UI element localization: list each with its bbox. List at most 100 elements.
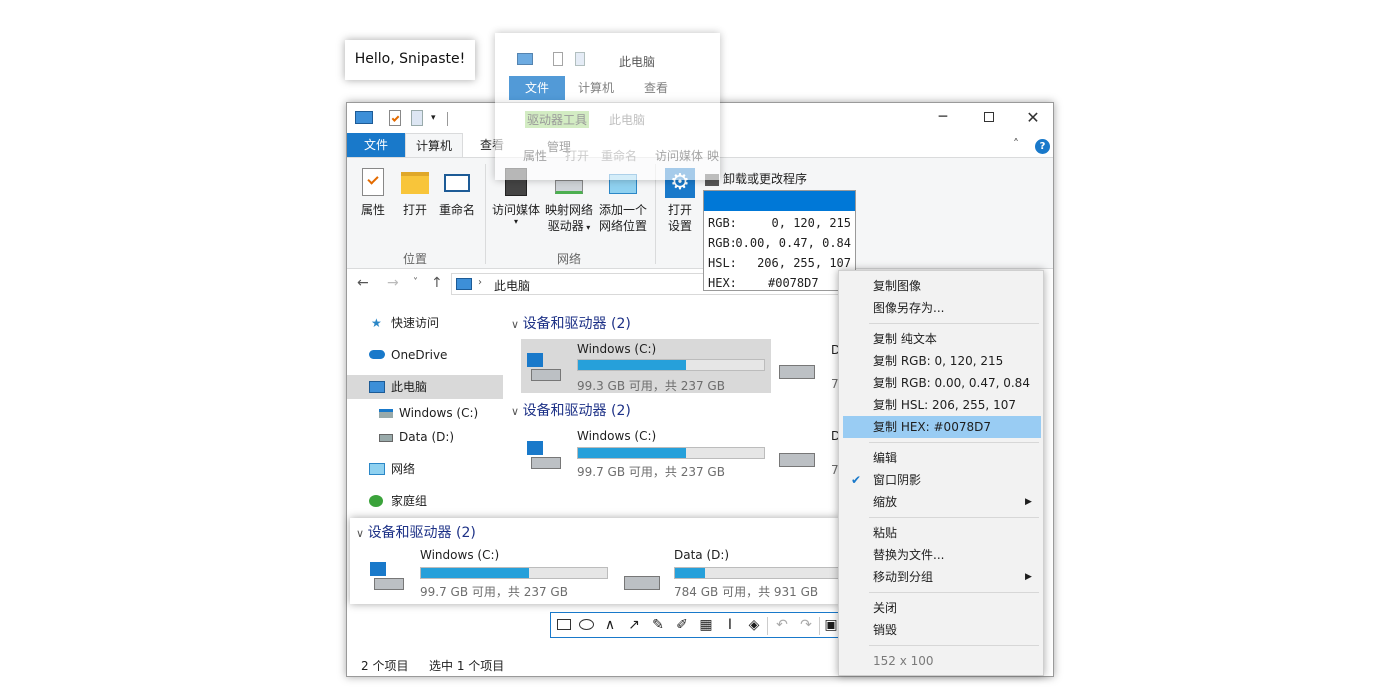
computer-icon bbox=[369, 381, 385, 393]
marker-tool-icon[interactable]: ✐ bbox=[671, 615, 693, 635]
menu-separator bbox=[869, 517, 1039, 518]
mosaic-tool-icon[interactable]: ▦ bbox=[695, 615, 717, 635]
menu-close[interactable]: 关闭 bbox=[843, 597, 1041, 619]
rename-button[interactable]: 重命名 bbox=[435, 168, 479, 218]
nav-quick-access[interactable]: ★ 快速访问 bbox=[347, 311, 503, 335]
drive-icon bbox=[624, 576, 660, 606]
save-icon[interactable]: ▣ bbox=[823, 615, 839, 635]
menu-window-shadow[interactable]: 窗口阴影 bbox=[843, 469, 1041, 491]
menu-zoom[interactable]: 缩放 bbox=[843, 491, 1041, 513]
drive-tile-c[interactable]: Windows (C:) 99.7 GB 可用，共 237 GB bbox=[521, 427, 771, 481]
menu-paste[interactable]: 粘贴 bbox=[843, 522, 1041, 544]
tab-file[interactable]: 文件 bbox=[347, 133, 405, 157]
rename-label: 重命名 bbox=[438, 203, 475, 217]
nav-drive-d-label: Data (D:) bbox=[399, 430, 455, 444]
snip-drive-usage-bar bbox=[674, 567, 840, 579]
menu-size-info: 152 x 100 bbox=[873, 654, 934, 668]
nav-network[interactable]: 网络 bbox=[347, 457, 503, 481]
chevron-down-icon: ∨ bbox=[356, 527, 368, 540]
context-menu: 复制图像 图像另存为... 复制 纯文本 复制 RGB: 0, 120, 215… bbox=[838, 270, 1044, 676]
arrow-tool-icon[interactable]: ↗ bbox=[623, 615, 645, 635]
tab-computer[interactable]: 计算机 bbox=[405, 133, 463, 157]
ghost-open: 打开 bbox=[565, 149, 590, 163]
menu-copy-rgb-float[interactable]: 复制 RGB: 0.00, 0.47, 0.84 bbox=[843, 372, 1041, 394]
drives-snip[interactable]: ∨ 设备和驱动器 (2) Windows (C:) 99.7 GB 可用，共 2… bbox=[350, 518, 840, 604]
address-text: 此电脑 bbox=[494, 279, 531, 293]
ghost-map: 映 bbox=[707, 149, 720, 163]
snip-drive-usage-fill bbox=[421, 568, 529, 578]
quick-properties-icon bbox=[553, 52, 563, 66]
ghost-tab-file: 文件 bbox=[509, 76, 565, 100]
properties-label: 属性 bbox=[360, 203, 385, 217]
close-button[interactable]: ✕ bbox=[1015, 103, 1051, 133]
nav-this-pc[interactable]: 此电脑 bbox=[347, 375, 503, 399]
network-icon bbox=[369, 463, 385, 475]
minimize-button[interactable]: ─ bbox=[925, 103, 961, 133]
pencil-tool-icon[interactable]: ✎ bbox=[647, 615, 669, 635]
open-settings-label: 打开 bbox=[667, 203, 692, 217]
recent-locations-icon[interactable]: ˅ bbox=[413, 277, 418, 288]
text-tool-icon[interactable]: Ι bbox=[719, 615, 741, 635]
open-button[interactable]: 打开 bbox=[397, 168, 433, 218]
nav-drive-c[interactable]: Windows (C:) bbox=[347, 401, 503, 425]
properties-button[interactable]: 属性 bbox=[355, 168, 391, 218]
nav-onedrive[interactable]: OneDrive bbox=[347, 343, 503, 367]
star-icon: ★ bbox=[371, 316, 382, 330]
up-button[interactable]: ↑ bbox=[431, 275, 443, 291]
ghost-tab-computer: 计算机 bbox=[577, 81, 614, 95]
title-separator bbox=[447, 112, 448, 126]
rgb-value: 0, 120, 215 bbox=[771, 216, 851, 230]
redo-icon[interactable]: ↷ bbox=[795, 615, 817, 635]
section-devices-drives[interactable]: ∨ 设备和驱动器 (2) bbox=[511, 313, 631, 333]
menu-destroy[interactable]: 销毁 bbox=[843, 619, 1041, 641]
ellipse-tool-icon[interactable] bbox=[575, 615, 597, 635]
menu-move-to-group[interactable]: 移动到分组 bbox=[843, 566, 1041, 588]
translucent-snip[interactable]: 此电脑 文件 计算机 查看 驱动器工具 此电脑 管理 属性 打开 重命名 访问媒… bbox=[495, 33, 720, 180]
snip-drive-usage-fill bbox=[675, 568, 705, 578]
quick-new-folder-icon[interactable] bbox=[411, 110, 423, 126]
group-network-label: 网络 bbox=[557, 252, 582, 266]
ghost-properties: 属性 bbox=[523, 149, 548, 163]
quick-new-folder-icon bbox=[575, 52, 585, 66]
back-button[interactable]: ← bbox=[357, 275, 369, 291]
snip-drive-name: Windows (C:) bbox=[420, 548, 500, 562]
drive-tile-c-selected[interactable]: Windows (C:) 99.3 GB 可用，共 237 GB bbox=[521, 339, 771, 393]
drive-name: Windows (C:) bbox=[577, 429, 657, 443]
computer-icon bbox=[456, 278, 472, 290]
nav-drive-d[interactable]: Data (D:) bbox=[347, 425, 503, 449]
ghost-tab-view: 查看 bbox=[643, 81, 668, 95]
eraser-tool-icon[interactable]: ◈ bbox=[743, 615, 765, 635]
ribbon-divider bbox=[485, 164, 486, 264]
collapse-ribbon-icon[interactable]: ˄ bbox=[1013, 137, 1019, 151]
menu-copy-hex[interactable]: 复制 HEX: #0078D7 bbox=[843, 416, 1041, 438]
menu-save-image-as[interactable]: 图像另存为... bbox=[843, 297, 1041, 319]
hsl-label: HSL: bbox=[708, 256, 737, 270]
menu-copy-image[interactable]: 复制图像 bbox=[843, 275, 1041, 297]
hello-snip[interactable]: Hello, Snipaste! bbox=[345, 40, 475, 80]
status-selected-count: 选中 1 个项目 bbox=[429, 659, 505, 673]
rectangle-tool-icon[interactable] bbox=[553, 615, 575, 635]
drive-usage-bar bbox=[577, 447, 765, 459]
forward-button[interactable]: → bbox=[387, 275, 399, 291]
section-devices-drives[interactable]: ∨ 设备和驱动器 (2) bbox=[511, 400, 631, 420]
undo-icon[interactable]: ↶ bbox=[771, 615, 793, 635]
group-location-label: 位置 bbox=[403, 252, 428, 266]
rgb-label: RGB: bbox=[708, 216, 737, 230]
menu-separator bbox=[869, 645, 1039, 646]
menu-copy-plain-text[interactable]: 复制 纯文本 bbox=[843, 328, 1041, 350]
help-icon[interactable]: ? bbox=[1035, 139, 1050, 154]
quick-properties-icon[interactable] bbox=[389, 110, 401, 126]
menu-replace-with-file[interactable]: 替换为文件... bbox=[843, 544, 1041, 566]
polyline-tool-icon[interactable]: ∧ bbox=[599, 615, 621, 635]
add-location-label-2: 网络位置 bbox=[598, 219, 647, 233]
snip-section-title: ∨ 设备和驱动器 (2) bbox=[356, 522, 476, 542]
maximize-button[interactable] bbox=[971, 103, 1007, 133]
menu-copy-rgb[interactable]: 复制 RGB: 0, 120, 215 bbox=[843, 350, 1041, 372]
menu-copy-hsl[interactable]: 复制 HSL: 206, 255, 107 bbox=[843, 394, 1041, 416]
uninstall-button[interactable]: 卸载或更改程序 bbox=[705, 170, 807, 188]
customize-quick-access-icon[interactable]: ▾ bbox=[431, 111, 441, 125]
drive-usage-bar bbox=[577, 359, 765, 371]
nav-homegroup[interactable]: 家庭组 bbox=[347, 489, 503, 513]
menu-edit[interactable]: 编辑 bbox=[843, 447, 1041, 469]
open-label: 打开 bbox=[402, 203, 427, 217]
